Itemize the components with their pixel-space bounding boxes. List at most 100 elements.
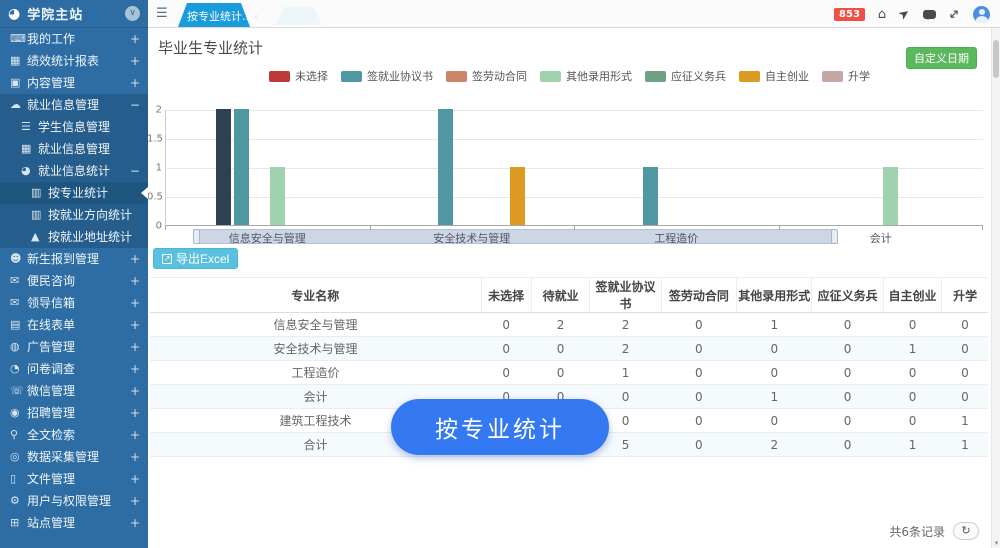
brand-logo-icon: ◕ — [8, 7, 20, 21]
x-axis-tick — [779, 226, 780, 230]
expand-toggle-icon[interactable]: + — [130, 270, 140, 292]
bar-chart: 00.511.52 信息安全与管理安全技术与管理工程造价会计 — [165, 110, 983, 256]
sidebar-item-wechat-management[interactable]: ☏微信管理+ — [0, 380, 148, 402]
y-axis-tick-label: 2 — [147, 105, 162, 116]
expand-toggle-icon[interactable]: + — [130, 358, 140, 380]
expand-toggle-icon[interactable]: + — [130, 402, 140, 424]
expand-toggle-icon[interactable]: + — [130, 292, 140, 314]
navigator-left-handle[interactable] — [193, 229, 200, 244]
table-header-cell: 未选择 — [481, 278, 531, 313]
bar-信息安全与管理-签就业协议书[interactable] — [234, 109, 249, 225]
fullscreen-icon[interactable]: ↔ — [946, 6, 963, 23]
legend-label: 其他录用形式 — [566, 68, 632, 84]
y-axis-tick-label: 1.5 — [147, 134, 162, 145]
bar-会计-其他录用形式[interactable] — [883, 167, 898, 225]
expand-toggle-icon[interactable]: + — [130, 490, 140, 512]
table-header-cell: 专业名称 — [150, 278, 481, 313]
sidebar-item-label: 广告管理 — [27, 336, 126, 358]
expand-toggle-icon[interactable]: + — [130, 424, 140, 446]
sidebar-item-label: 内容管理 — [27, 72, 126, 94]
legend-swatch — [540, 71, 561, 82]
send-icon[interactable]: ➤ — [896, 6, 912, 23]
expand-toggle-icon[interactable]: + — [130, 72, 140, 94]
table-cell-value: 0 — [661, 337, 736, 361]
scrollbar-thumb[interactable] — [993, 40, 999, 78]
page-title: 毕业生专业统计 — [158, 37, 263, 58]
bar-安全技术与管理-自主创业[interactable] — [510, 167, 525, 225]
messages-icon[interactable] — [923, 10, 936, 19]
stats-by-major-overlay-button[interactable]: 按专业统计 — [391, 399, 609, 455]
sidebar-item-label: 按就业地址统计 — [48, 226, 140, 248]
sidebar-item-online-forms[interactable]: ▤在线表单+ — [0, 314, 148, 336]
user-avatar[interactable] — [973, 6, 990, 23]
bar-工程造价-签就业协议书[interactable] — [643, 167, 658, 225]
table-cell-value: 0 — [481, 337, 531, 361]
sidebar-item-users-permissions[interactable]: ⚙用户与权限管理+ — [0, 490, 148, 512]
expand-toggle-icon[interactable]: + — [130, 512, 140, 534]
expand-toggle-icon[interactable]: + — [130, 380, 140, 402]
bar-信息安全与管理-待就业[interactable] — [216, 109, 231, 225]
sidebar-item-content-management[interactable]: ▣内容管理+ — [0, 72, 148, 94]
table-cell-value: 0 — [883, 313, 942, 337]
table-cell-name: 信息安全与管理 — [150, 313, 481, 337]
sidebar-item-stats-by-direction[interactable]: ▥按就业方向统计 — [0, 204, 148, 226]
custom-date-button[interactable]: 自定义日期 — [906, 47, 977, 69]
tab-close-icon[interactable]: × — [252, 13, 260, 23]
sidebar-item-ad-management[interactable]: ◍广告管理+ — [0, 336, 148, 358]
sidebar-item-fulltext-search[interactable]: ⚲全文检索+ — [0, 424, 148, 446]
legend-item-未选择: 未选择 — [269, 68, 328, 84]
sidebar-item-label: 全文检索 — [27, 424, 126, 446]
sidebar-item-employment-info-management[interactable]: ☁就业信息管理− — [0, 94, 148, 116]
sidebar-item-convenience-consult[interactable]: ✉便民咨询+ — [0, 270, 148, 292]
sidebar-item-student-info[interactable]: ☰学生信息管理 — [0, 116, 148, 138]
tab-stats-by-major[interactable]: 按专业统计..× — [178, 3, 250, 27]
x-axis-tick — [982, 226, 983, 230]
sidebar-collapse-icon[interactable]: ∨ — [125, 6, 140, 21]
y-axis-tick-label: 1 — [147, 163, 162, 174]
sidebar-item-my-work[interactable]: ⌨我的工作+ — [0, 28, 148, 50]
sidebar-item-employment-info[interactable]: ▦就业信息管理 — [0, 138, 148, 160]
expand-toggle-icon[interactable]: − — [130, 160, 140, 182]
expand-toggle-icon[interactable]: + — [130, 50, 140, 72]
wechat-management-icon: ☏ — [10, 380, 27, 402]
table-header-cell: 应征义务兵 — [812, 278, 883, 313]
table-cell-value: 1 — [737, 313, 812, 337]
expand-toggle-icon[interactable]: + — [130, 468, 140, 490]
chart-legend: 未选择签就业协议书签劳动合同其他录用形式应征义务兵自主创业升学 — [148, 68, 991, 84]
expand-toggle-icon[interactable]: + — [130, 314, 140, 336]
expand-toggle-icon[interactable]: − — [130, 94, 140, 116]
sidebar-item-label: 新生报到管理 — [27, 248, 126, 270]
sidebar-item-freshman-registration[interactable]: ☻新生报到管理+ — [0, 248, 148, 270]
file-management-icon: ▯ — [10, 468, 27, 490]
bar-安全技术与管理-签就业协议书[interactable] — [438, 109, 453, 225]
sidebar-toggle-icon[interactable]: ☰ — [156, 6, 168, 21]
sidebar-item-data-collection[interactable]: ◎数据采集管理+ — [0, 446, 148, 468]
expand-toggle-icon[interactable]: + — [130, 248, 140, 270]
scrollbar-down-icon[interactable]: ▾ — [992, 539, 1000, 547]
sidebar-item-stats-by-address[interactable]: ▲按就业地址统计 — [0, 226, 148, 248]
export-excel-button[interactable]: ↗ 导出Excel — [153, 248, 238, 269]
sidebar-item-label: 领导信箱 — [27, 292, 126, 314]
sidebar-item-site-management[interactable]: ⊞站点管理+ — [0, 512, 148, 534]
export-icon: ↗ — [162, 254, 172, 264]
y-axis-tick-label: 0 — [147, 221, 162, 232]
expand-toggle-icon[interactable]: + — [130, 336, 140, 358]
sidebar-item-file-management[interactable]: ▯文件管理+ — [0, 468, 148, 490]
sidebar-item-recruitment[interactable]: ◉招聘管理+ — [0, 402, 148, 424]
refresh-button[interactable]: ↻ — [953, 522, 979, 540]
notification-badge[interactable]: 853 — [834, 8, 865, 21]
navigator-right-handle[interactable] — [831, 229, 838, 244]
vertical-scrollbar[interactable]: ▾ — [991, 28, 1000, 548]
sidebar-item-employment-stats[interactable]: ◕就业信息统计− — [0, 160, 148, 182]
sidebar-item-questionnaire[interactable]: ◔问卷调查+ — [0, 358, 148, 380]
employment-stats-icon: ◕ — [21, 160, 38, 182]
expand-toggle-icon[interactable]: + — [130, 28, 140, 50]
performance-reports-icon: ▦ — [10, 50, 27, 72]
bar-信息安全与管理-其他录用形式[interactable] — [270, 167, 285, 225]
sidebar-item-performance-reports[interactable]: ▦绩效统计报表+ — [0, 50, 148, 72]
sidebar-item-leader-mailbox[interactable]: ✉领导信箱+ — [0, 292, 148, 314]
sidebar-item-stats-by-major[interactable]: ▥按专业统计 — [0, 182, 148, 204]
expand-toggle-icon[interactable]: + — [130, 446, 140, 468]
home-icon[interactable]: ⌂ — [878, 8, 886, 21]
table-cell-value: 0 — [737, 337, 812, 361]
